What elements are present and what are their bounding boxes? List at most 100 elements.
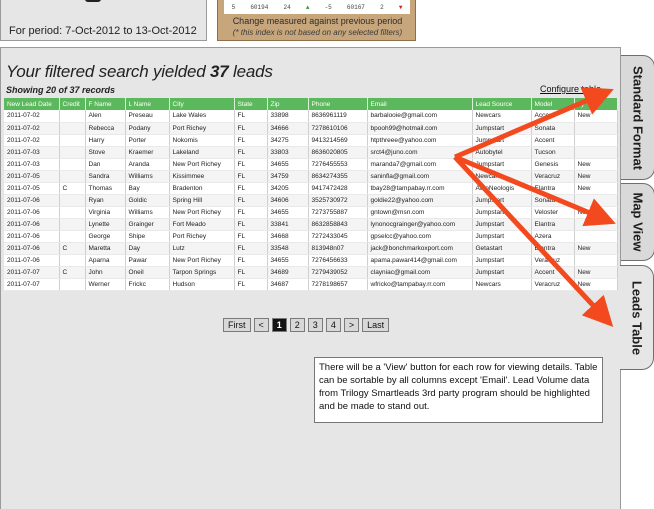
table-row[interactable]: 2011-07-06 Ryan Goldic Spring Hill FL 34606 35…: [4, 194, 618, 207]
leads-table-body: 2011-07-02 Alen Preseau Lake Wales FL 33898 86…: [4, 110, 618, 291]
tab-leads-table[interactable]: Leads Table: [620, 265, 654, 370]
table-cell: FL: [234, 170, 268, 183]
table-cell: Port Richey: [169, 122, 235, 135]
table-row[interactable]: 2011-07-02 Rebecca Podany Port Richey FL 3466…: [4, 122, 618, 135]
table-row[interactable]: 2011-07-03 Dan Aranda New Port Richey FL 3465…: [4, 158, 618, 171]
table-cell: C: [59, 182, 86, 195]
table-cell: Azera: [531, 230, 575, 243]
page-title: Your filtered search yielded 37 leads: [6, 62, 273, 81]
table-cell: 3525730972: [308, 194, 368, 207]
column-header[interactable]: Phone: [308, 98, 368, 110]
table-row[interactable]: 2011-07-05 Sandra Williams Kissimmee FL 34759…: [4, 170, 618, 183]
table-cell: Aparna: [85, 254, 126, 267]
table-cell: C: [59, 242, 86, 255]
table-cell: Harry: [85, 134, 126, 147]
table-cell: Veracruz: [531, 170, 575, 183]
table-cell: New Port Richey: [169, 158, 235, 171]
table-cell: Spring Hill: [169, 194, 235, 207]
table-cell: [59, 254, 86, 267]
page-button-current[interactable]: 1: [271, 318, 287, 332]
table-cell: [59, 134, 86, 147]
table-row[interactable]: 2011-07-06 George Shipe Port Richey FL 34668 7…: [4, 230, 618, 243]
table-row[interactable]: 2011-07-06 C Maretta Day Lutz FL 33548 813948n0…: [4, 242, 618, 255]
table-cell: Maretta: [85, 242, 126, 255]
table-row[interactable]: 2011-07-02 Harry Porter Nokomis FL 34275 94132…: [4, 134, 618, 147]
table-header-row: New Lead Date Credit F Name L Name City …: [4, 98, 618, 110]
leads-table: New Lead Date Credit F Name L Name City …: [4, 98, 618, 291]
table-cell: FL: [234, 146, 268, 159]
table-cell: wfricko@tampabay.rr.com: [367, 278, 473, 291]
table-cell: 2011-07-05: [4, 170, 60, 183]
page-button[interactable]: 2: [289, 318, 305, 332]
table-cell: Jumpstart: [472, 134, 532, 147]
column-header[interactable]: New Lead Date: [4, 98, 60, 110]
column-header[interactable]: Email: [367, 98, 473, 110]
table-row[interactable]: 2011-07-06 Aparna Pawar New Port Richey FL 34…: [4, 254, 618, 267]
table-cell: Hudson: [169, 278, 235, 291]
column-header[interactable]: L Name: [125, 98, 170, 110]
table-cell: 2011-07-06: [4, 230, 60, 243]
last-page-button[interactable]: Last: [362, 318, 390, 332]
table-cell: 7276455553: [308, 158, 368, 171]
table-cell: Ryan: [85, 194, 126, 207]
table-cell: [59, 122, 86, 135]
page-button[interactable]: 3: [307, 318, 323, 332]
table-cell: Veracruz: [531, 254, 575, 267]
table-cell: 34655: [267, 158, 309, 171]
table-cell: bpooh99@hotmail.com: [367, 122, 473, 135]
tab-standard-format[interactable]: Standard Format: [621, 55, 654, 180]
table-cell: 7272433045: [308, 230, 368, 243]
table-cell: 2011-07-07: [4, 266, 60, 279]
first-page-button[interactable]: First: [223, 318, 251, 332]
column-header[interactable]: F Name: [85, 98, 126, 110]
table-cell: FL: [234, 122, 268, 135]
table-row[interactable]: 2011-07-05 C Thomas Bay Bradenton FL 34205 9417…: [4, 182, 618, 195]
tab-label: Map View: [630, 192, 645, 252]
configure-table-link[interactable]: Configure table: [540, 84, 601, 94]
table-cell: 34689: [267, 266, 309, 279]
period-box-count-fragment: [85, 0, 101, 2]
table-row[interactable]: 2011-07-03 Stove Kraemer Lakeland FL 33803 863…: [4, 146, 618, 159]
table-cell: FL: [234, 242, 268, 255]
table-cell: Elantra: [531, 218, 575, 231]
pagination: First < 1 2 3 4 > Last: [223, 318, 390, 332]
column-header[interactable]: Credit: [59, 98, 86, 110]
tab-map-view[interactable]: Map View: [621, 183, 654, 261]
column-header[interactable]: City: [169, 98, 235, 110]
index-value: 60194: [250, 3, 269, 11]
next-page-button[interactable]: >: [343, 318, 360, 332]
table-cell: gpselcc@yahoo.com: [367, 230, 473, 243]
table-cell: Alen: [85, 110, 126, 123]
table-cell: Lakeland: [169, 146, 235, 159]
lead-count: 37: [210, 62, 229, 81]
table-row[interactable]: 2011-07-07 C John Oneil Tarpon Springs FL 3468…: [4, 266, 618, 279]
table-cell: FL: [234, 206, 268, 219]
column-header[interactable]: Ty: [574, 98, 618, 110]
table-cell: 9413214569: [308, 134, 368, 147]
column-header[interactable]: State: [234, 98, 268, 110]
table-cell: Getastart: [472, 242, 532, 255]
table-row[interactable]: 2011-07-02 Alen Preseau Lake Wales FL 33898 86…: [4, 110, 618, 123]
arrow-up-icon: ▲: [305, 3, 310, 11]
table-cell: [574, 194, 618, 207]
column-header[interactable]: Model: [531, 98, 575, 110]
table-cell: [59, 158, 86, 171]
table-row[interactable]: 2011-07-07 Werner Frickc Hudson FL 34687 72781…: [4, 278, 618, 291]
column-header[interactable]: Lead Source: [472, 98, 532, 110]
table-cell: New: [574, 278, 618, 291]
table-cell: 813948n07: [308, 242, 368, 255]
table-cell: goldie22@yahoo.com: [367, 194, 473, 207]
table-row[interactable]: 2011-07-06 Lynette Grainger Fort Meado FL 338…: [4, 218, 618, 231]
column-header[interactable]: Zip: [267, 98, 309, 110]
table-cell: 34666: [267, 122, 309, 135]
table-cell: 34655: [267, 206, 309, 219]
table-cell: lynonocgrainger@yahoo.com: [367, 218, 473, 231]
table-cell: New: [574, 182, 618, 195]
table-row[interactable]: 2011-07-06 Virginia Williams New Port Riche…: [4, 206, 618, 219]
table-cell: 34205: [267, 182, 309, 195]
table-cell: [59, 206, 86, 219]
table-cell: FL: [234, 278, 268, 291]
table-cell: 8636020805: [308, 146, 368, 159]
prev-page-button[interactable]: <: [253, 318, 269, 332]
page-button[interactable]: 4: [325, 318, 341, 332]
